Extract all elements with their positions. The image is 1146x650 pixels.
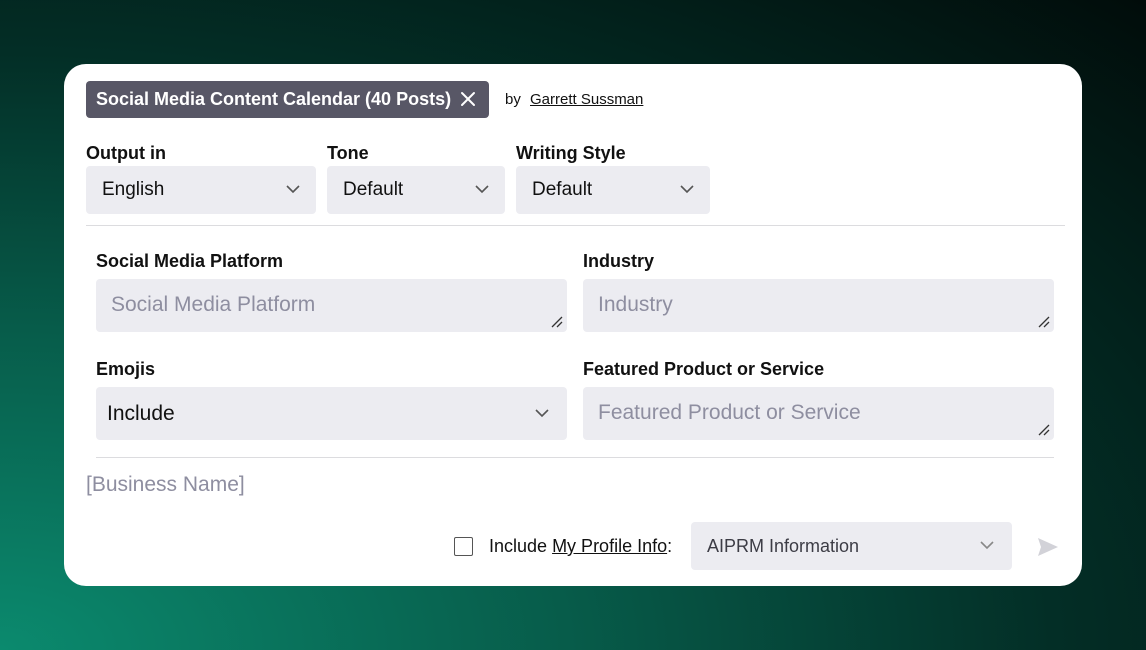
- output-language-select[interactable]: English: [86, 166, 316, 214]
- resize-grip-icon[interactable]: [1038, 424, 1050, 436]
- divider: [86, 225, 1065, 226]
- my-profile-info-link[interactable]: My Profile Info: [552, 536, 667, 556]
- emojis-value: Include: [107, 401, 175, 425]
- include-profile-label: Include My Profile Info:: [489, 536, 672, 557]
- by-label: by: [505, 91, 521, 108]
- business-name-input[interactable]: [Business Name]: [86, 473, 245, 497]
- profile-info-value: AIPRM Information: [707, 535, 860, 556]
- industry-input[interactable]: Industry: [583, 279, 1054, 332]
- tone-label: Tone: [327, 143, 369, 163]
- chevron-down-icon: [535, 408, 549, 417]
- resize-grip-icon[interactable]: [1038, 316, 1050, 328]
- emojis-select[interactable]: Include: [96, 387, 567, 440]
- profile-info-select[interactable]: AIPRM Information: [691, 522, 1012, 570]
- divider: [96, 457, 1054, 458]
- writing-style-select[interactable]: Default: [516, 166, 710, 214]
- include-text: Include: [489, 536, 548, 556]
- resize-grip-icon[interactable]: [551, 316, 563, 328]
- include-profile-checkbox[interactable]: [454, 537, 473, 556]
- colon-text: :: [667, 536, 673, 556]
- emojis-label: Emojis: [96, 359, 156, 379]
- chevron-down-icon: [680, 185, 694, 194]
- output-label: Output in: [86, 143, 166, 163]
- industry-placeholder: Industry: [598, 293, 673, 316]
- industry-label: Industry: [583, 251, 655, 271]
- writing-style-value: Default: [532, 179, 593, 200]
- prompt-title: Social Media Content Calendar (40 Posts): [96, 89, 452, 109]
- chevron-down-icon: [980, 541, 994, 550]
- prompt-card: Social Media Content Calendar (40 Posts)…: [64, 64, 1082, 586]
- author-link[interactable]: Garrett Sussman: [530, 91, 643, 108]
- chevron-down-icon: [286, 185, 300, 194]
- writing-style-label: Writing Style: [516, 143, 626, 163]
- product-placeholder: Featured Product or Service: [598, 401, 861, 424]
- tone-value: Default: [343, 179, 404, 200]
- platform-input[interactable]: Social Media Platform: [96, 279, 567, 332]
- send-icon[interactable]: [1036, 535, 1060, 559]
- prompt-tag: Social Media Content Calendar (40 Posts): [86, 81, 489, 118]
- chevron-down-icon: [475, 185, 489, 194]
- product-label: Featured Product or Service: [583, 359, 825, 379]
- tone-select[interactable]: Default: [327, 166, 505, 214]
- output-language-value: English: [102, 179, 165, 200]
- close-icon[interactable]: [459, 90, 477, 108]
- platform-placeholder: Social Media Platform: [111, 293, 316, 316]
- platform-label: Social Media Platform: [96, 251, 284, 271]
- product-input[interactable]: Featured Product or Service: [583, 387, 1054, 440]
